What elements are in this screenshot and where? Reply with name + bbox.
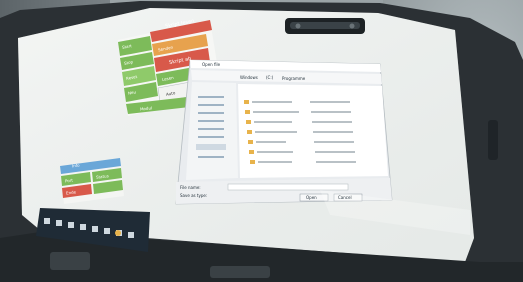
laptop bbox=[0, 0, 523, 282]
photo-scene bbox=[0, 0, 523, 282]
side-handle bbox=[488, 120, 498, 160]
hinge-center bbox=[210, 266, 270, 278]
mini-panel bbox=[60, 158, 124, 204]
file-dialog bbox=[175, 59, 393, 205]
hinge-left bbox=[50, 252, 90, 270]
